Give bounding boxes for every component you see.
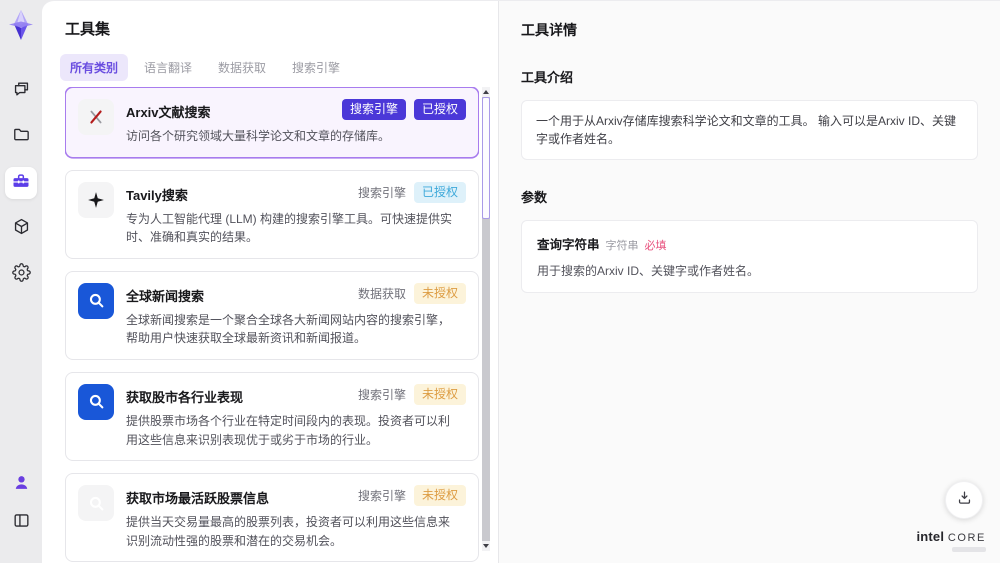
scroll-down-icon[interactable] [482, 541, 490, 551]
intel-logo-bar [952, 547, 986, 552]
tool-card-3[interactable]: 获取股市各行业表现 提供股票市场各个行业在特定时间段内的表现。投资者可以利用这些… [65, 371, 479, 462]
tool-card-0[interactable]: Arxiv文献搜索 访问各个研究领域大量科学论文和文章的存储库。 搜索引擎 已授… [65, 87, 479, 158]
scrollbar-thumb[interactable] [482, 97, 490, 219]
app-window: 工具集 所有类别 语言翻译 数据获取 搜索引擎 Arxiv文献搜索 访问各个研究领域大… [0, 0, 1000, 563]
user-icon [12, 473, 31, 497]
sidebar-item-chat[interactable] [5, 75, 37, 107]
intro-text: 一个用于从Arxiv存储库搜索科学论文和文章的工具。 输入可以是Arxiv ID… [521, 100, 978, 160]
newspaper-search-icon [78, 485, 114, 522]
auth-status-badge: 未授权 [413, 383, 466, 405]
tool-card-description: 提供股票市场各个行业在特定时间段内的表现。投资者可以利用这些信息来识别表现优于或… [126, 413, 451, 447]
tool-card-badges: 搜索引擎 未授权 [357, 485, 466, 507]
param-required-badge: 必填 [644, 240, 667, 252]
parameter-card: 查询字符串 字符串 必填 用于搜索的Arxiv ID、关键字或作者姓名。 [521, 220, 978, 293]
auth-status-badge: 已授权 [413, 181, 466, 203]
gear-icon [11, 263, 31, 287]
params-heading: 参数 [521, 190, 548, 205]
cube-icon [12, 217, 31, 241]
tab-0[interactable]: 所有类别 [60, 54, 129, 81]
param-list: 查询字符串 字符串 必填 用于搜索的Arxiv ID、关键字或作者姓名。 [521, 220, 978, 293]
tool-card-2[interactable]: 全球新闻搜索 全球新闻搜索是一个聚合全球各大新闻网站内容的搜索引擎，帮助用户快速… [65, 270, 479, 360]
sidebar-item-settings[interactable] [5, 259, 37, 291]
category-badge: 搜索引擎 [357, 489, 406, 504]
sparkle-icon [78, 181, 114, 218]
sidebar-item-collapse[interactable] [5, 507, 37, 539]
param-type: 字符串 [605, 240, 639, 252]
tool-card-description: 访问各个研究领域大量科学论文和文章的存储库。 [126, 129, 391, 143]
tool-card-badges: 搜索引擎 已授权 [341, 99, 466, 120]
tool-card-badges: 搜索引擎 已授权 [357, 181, 466, 203]
app-logo-icon [6, 9, 36, 41]
intel-core-logo: intel core [916, 529, 986, 552]
category-badge: 搜索引擎 [341, 99, 406, 120]
tool-card-description: 专为人工智能代理 (LLM) 构建的搜索引擎工具。可快速提供实时、准确和真实的结… [126, 211, 453, 245]
tool-card-4[interactable]: 获取市场最活跃股票信息 提供当天交易量最高的股票列表，投资者可以利用这些信息来识… [65, 473, 479, 563]
search-blue-icon [78, 282, 114, 319]
tool-card-list: Arxiv文献搜索 访问各个研究领域大量科学论文和文章的存储库。 搜索引擎 已授… [65, 87, 479, 563]
auth-status-badge: 未授权 [413, 485, 466, 507]
tool-card-description: 提供当天交易量最高的股票列表，投资者可以利用这些信息来识别流动性强的股票和潜在的… [126, 515, 451, 548]
main-content: 工具集 所有类别 语言翻译 数据获取 搜索引擎 Arxiv文献搜索 访问各个研究领域大… [42, 0, 1000, 563]
detail-title: 工具详情 [521, 22, 577, 38]
page-title: 工具集 [65, 21, 111, 38]
list-scrollbar[interactable] [482, 87, 490, 551]
sidebar-item-files[interactable] [5, 121, 37, 153]
sidebar [0, 0, 42, 563]
intel-brand-text: intel [916, 529, 945, 544]
tool-card-1[interactable]: Tavily搜索 专为人工智能代理 (LLM) 构建的搜索引擎工具。可快速提供实… [65, 169, 479, 259]
search-blue-icon [78, 383, 114, 420]
category-tabs: 所有类别 语言翻译 数据获取 搜索引擎 [60, 54, 498, 81]
category-badge: 搜索引擎 [357, 185, 406, 200]
category-badge: 搜索引擎 [357, 387, 406, 402]
tab-1[interactable]: 语言翻译 [134, 54, 202, 81]
sidebar-item-profile[interactable] [5, 469, 37, 501]
tool-list-panel: 工具集 所有类别 语言翻译 数据获取 搜索引擎 Arxiv文献搜索 访问各个研究领域大… [42, 1, 498, 563]
category-badge: 数据获取 [357, 286, 406, 301]
auth-status-badge: 未授权 [413, 282, 466, 304]
core-brand-text: core [947, 532, 986, 544]
chat-icon [12, 79, 31, 103]
tool-detail-panel: 工具详情 工具介绍 一个用于从Arxiv存储库搜索科学论文和文章的工具。 输入可… [498, 1, 1000, 563]
param-description: 用于搜索的Arxiv ID、关键字或作者姓名。 [537, 264, 760, 278]
auth-status-badge: 已授权 [413, 99, 466, 120]
scroll-up-icon[interactable] [482, 87, 490, 97]
panel-layout-icon [12, 511, 31, 535]
tool-card-description: 全球新闻搜索是一个聚合全球各大新闻网站内容的搜索引擎，帮助用户快速获取全球最新资… [126, 312, 451, 346]
arxiv-icon [78, 99, 114, 135]
tool-card-badges: 数据获取 未授权 [357, 282, 466, 304]
tab-3[interactable]: 搜索引擎 [282, 54, 350, 81]
scrollbar-track[interactable] [482, 97, 490, 541]
download-button[interactable] [945, 481, 983, 519]
toolbox-icon [11, 171, 31, 196]
param-name: 查询字符串 [537, 238, 600, 252]
folder-icon [12, 125, 31, 149]
download-icon [956, 489, 973, 511]
tool-card-badges: 搜索引擎 未授权 [357, 383, 466, 405]
sidebar-item-tools[interactable] [5, 167, 37, 199]
intro-heading: 工具介绍 [521, 70, 574, 85]
tab-2[interactable]: 数据获取 [208, 54, 276, 81]
sidebar-item-models[interactable] [5, 213, 37, 245]
